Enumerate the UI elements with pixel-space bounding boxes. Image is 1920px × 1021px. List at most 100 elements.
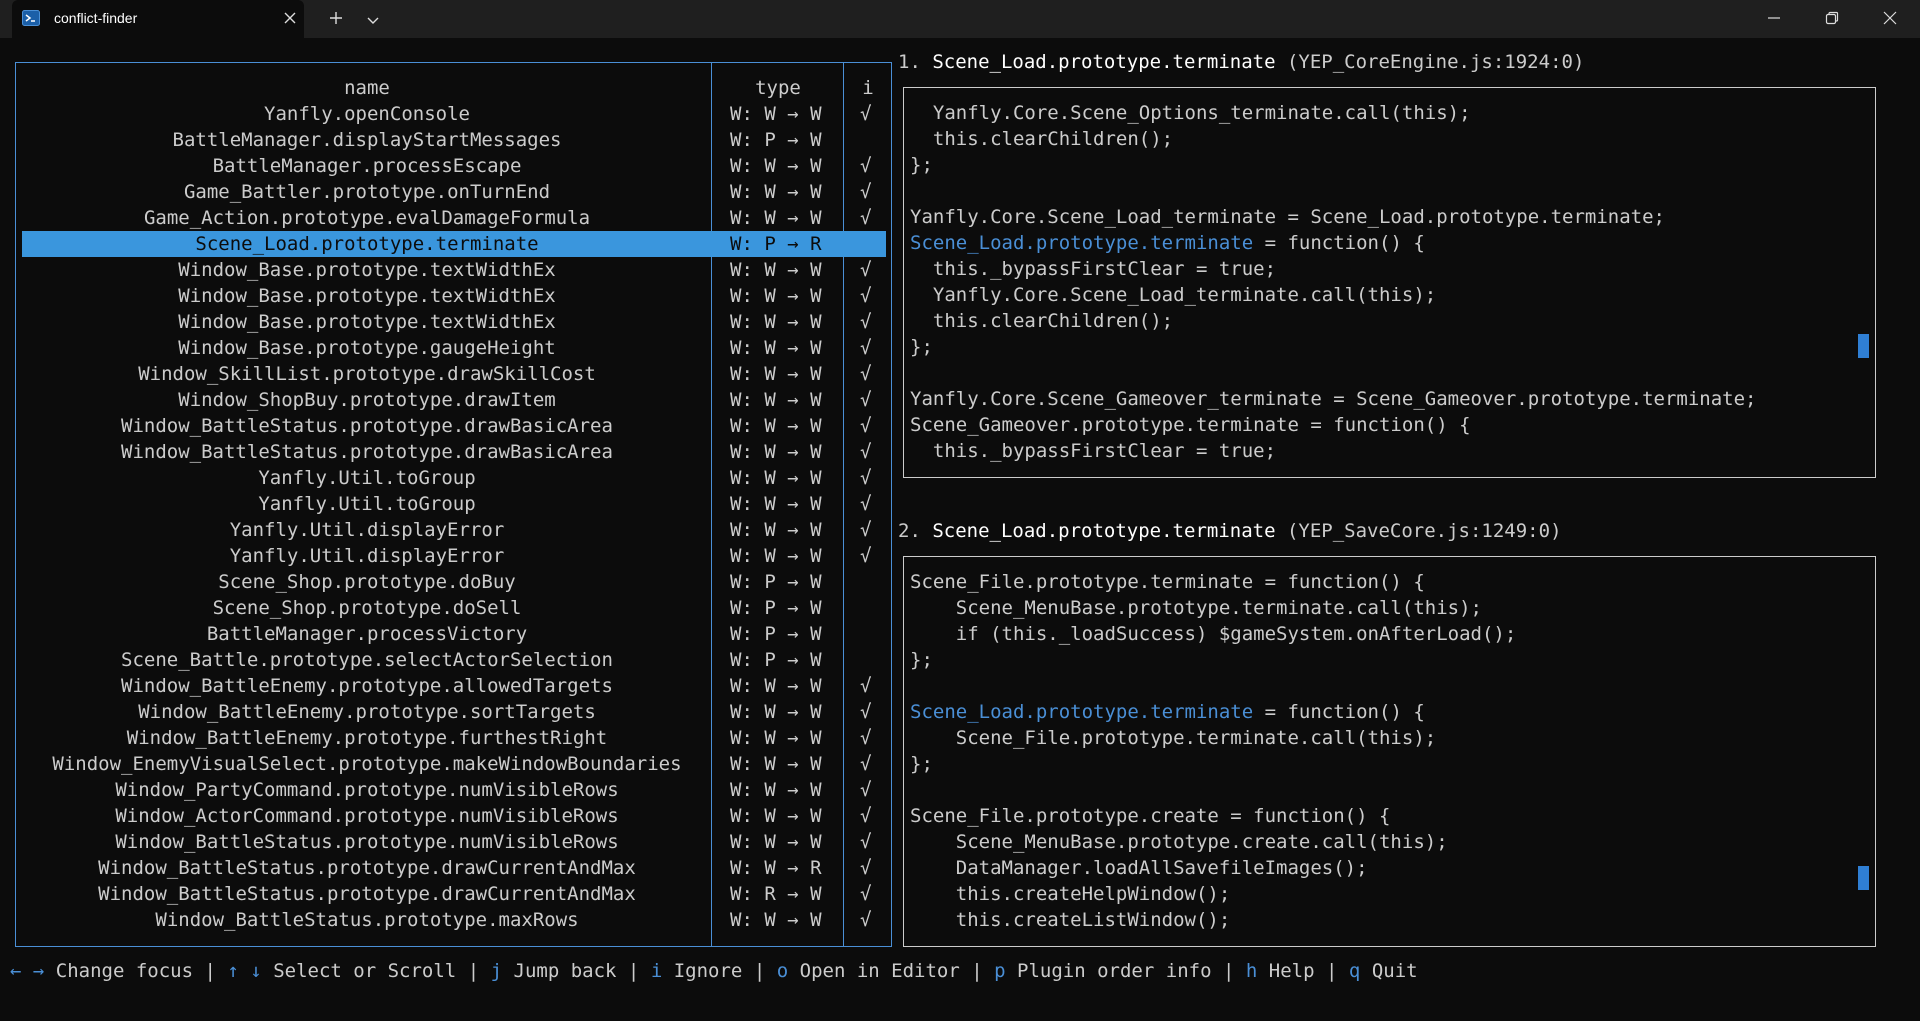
- definition-function: Scene_Load.prototype.terminate: [932, 520, 1276, 542]
- function-name-cell: Window_BattleEnemy.prototype.furthestRig…: [126, 727, 608, 749]
- table-row[interactable]: Window_ShopBuy.prototype.drawItem W: W → …: [22, 387, 886, 413]
- table-row[interactable]: Window_BattleStatus.prototype.numVisible…: [22, 829, 886, 855]
- column-header-ignore: i: [862, 77, 874, 99]
- table-row[interactable]: Window_PartyCommand.prototype.numVisible…: [22, 777, 886, 803]
- code-text: Scene_File.prototype.terminate.call(this…: [910, 727, 1437, 749]
- ignored-cell: √: [860, 155, 872, 177]
- conflict-type-cell: W: P → W: [730, 129, 822, 151]
- code-text: = function() {: [1253, 701, 1425, 723]
- code-line: Scene_MenuBase.prototype.terminate.call(…: [910, 595, 1482, 621]
- code-text: = function() {: [1253, 232, 1425, 254]
- table-row[interactable]: Yanfly.openConsole W: W → W √: [22, 101, 886, 127]
- conflict-type-cell: W: W → W: [730, 805, 822, 827]
- table-row[interactable]: Window_EnemyVisualSelect.prototype.makeW…: [22, 751, 886, 777]
- code-line: Scene_File.prototype.terminate.call(this…: [910, 725, 1436, 751]
- table-row[interactable]: BattleManager.displayStartMessages W: P →…: [22, 127, 886, 153]
- table-row[interactable]: BattleManager.processEscape W: W → W √: [22, 153, 886, 179]
- column-header-type: type: [755, 77, 801, 99]
- code-text: Scene_MenuBase.prototype.terminate.call(…: [910, 597, 1482, 619]
- code-text: this._bypassFirstClear = true;: [910, 258, 1277, 280]
- column-header-name: name: [344, 77, 390, 99]
- definition-1-header: 1. Scene_Load.prototype.terminate (YEP_C…: [898, 49, 1584, 75]
- function-name-cell: Window_Base.prototype.textWidthEx: [178, 311, 556, 333]
- close-window-button[interactable]: [1861, 0, 1919, 38]
- table-row[interactable]: Window_Base.prototype.textWidthEx W: W → …: [22, 257, 886, 283]
- hint-separator: |: [1326, 960, 1338, 982]
- hint-key: o: [776, 960, 789, 982]
- conflict-type-cell: W: W → W: [730, 207, 822, 229]
- function-name-cell: Scene_Load.prototype.terminate: [195, 233, 539, 255]
- conflict-type-cell: W: W → W: [730, 753, 822, 775]
- ignored-cell: √: [860, 883, 872, 905]
- ignored-cell: √: [860, 779, 872, 801]
- table-row[interactable]: Scene_Battle.prototype.selectActorSelect…: [22, 647, 886, 673]
- hint-separator: |: [467, 960, 480, 982]
- function-name-cell: BattleManager.processEscape: [212, 155, 522, 177]
- table-row[interactable]: Window_BattleStatus.prototype.drawBasicA…: [22, 413, 886, 439]
- conflict-type-cell: W: P → W: [730, 649, 822, 671]
- table-row[interactable]: Window_ActorCommand.prototype.numVisible…: [22, 803, 886, 829]
- code-text: Yanfly.Core.Scene_Options_terminate.call…: [910, 102, 1471, 124]
- code-text: this.clearChildren();: [910, 310, 1174, 332]
- definition-2-header: 2. Scene_Load.prototype.terminate (YEP_S…: [898, 518, 1562, 544]
- table-row[interactable]: Scene_Shop.prototype.doBuy W: P → W: [22, 569, 886, 595]
- definition-2-scrollbar[interactable]: [1858, 865, 1869, 890]
- tab-dropdown-button[interactable]: [351, 0, 395, 38]
- close-icon: [1883, 10, 1897, 29]
- table-row[interactable]: Window_BattleEnemy.prototype.allowedTarg…: [22, 673, 886, 699]
- conflict-type-cell: W: W → W: [730, 545, 822, 567]
- hint-label: Help: [1268, 960, 1315, 982]
- table-row[interactable]: Game_Battler.prototype.onTurnEnd W: W → W…: [22, 179, 886, 205]
- conflict-type-cell: W: P → W: [730, 597, 822, 619]
- function-name-cell: Game_Battler.prototype.onTurnEnd: [183, 181, 551, 203]
- hint-separator: |: [1222, 960, 1235, 982]
- table-row[interactable]: Yanfly.Util.displayError W: W → W √: [22, 543, 886, 569]
- table-row[interactable]: BattleManager.processVictory W: P → W: [22, 621, 886, 647]
- table-row[interactable]: Window_Base.prototype.textWidthEx W: W → …: [22, 283, 886, 309]
- ignored-cell: √: [860, 857, 872, 879]
- hint-label: Open in Editor: [799, 960, 960, 982]
- table-row[interactable]: Window_BattleStatus.prototype.drawBasicA…: [22, 439, 886, 465]
- code-text: Yanfly.Core.Scene_Load_terminate.call(th…: [910, 284, 1437, 306]
- conflict-type-cell: W: W → W: [730, 337, 822, 359]
- code-line: this._bypassFirstClear = true;: [910, 256, 1276, 282]
- hint-label: Jump back: [513, 960, 617, 982]
- function-name-cell: Window_BattleStatus.prototype.drawCurren…: [98, 883, 636, 905]
- table-row[interactable]: Window_BattleStatus.prototype.drawCurren…: [22, 855, 886, 881]
- definition-1-scrollbar[interactable]: [1858, 333, 1869, 358]
- code-text: };: [910, 336, 933, 358]
- table-row[interactable]: Window_BattleEnemy.prototype.furthestRig…: [22, 725, 886, 751]
- table-row[interactable]: Yanfly.Util.toGroup W: W → W √: [22, 465, 886, 491]
- terminal-tab[interactable]: conflict-finder: [12, 0, 304, 38]
- minimize-button[interactable]: [1745, 0, 1803, 38]
- definition-index: 1.: [898, 51, 921, 73]
- restore-button[interactable]: [1803, 0, 1861, 38]
- table-row[interactable]: Window_BattleEnemy.prototype.sortTargets…: [22, 699, 886, 725]
- restore-icon: [1825, 10, 1839, 29]
- chevron-down-icon: [367, 10, 379, 29]
- conflict-type-cell: W: P → W: [730, 571, 822, 593]
- code-text: Scene_MenuBase.prototype.create.call(thi…: [910, 831, 1448, 853]
- table-row[interactable]: Window_Base.prototype.textWidthEx W: W → …: [22, 309, 886, 335]
- code-text: Yanfly.Core.Scene_Gameover_terminate = S…: [910, 388, 1757, 410]
- table-row[interactable]: Window_BattleStatus.prototype.maxRows W: …: [22, 907, 886, 933]
- table-row[interactable]: Scene_Shop.prototype.doSell W: P → W: [22, 595, 886, 621]
- conflict-type-cell: W: W → W: [730, 155, 822, 177]
- function-name-cell: Window_BattleStatus.prototype.drawBasicA…: [121, 441, 613, 463]
- function-name-cell: Scene_Shop.prototype.doBuy: [218, 571, 516, 593]
- table-row[interactable]: Yanfly.Util.toGroup W: W → W √: [22, 491, 886, 517]
- function-name-cell: Window_Base.prototype.textWidthEx: [178, 285, 556, 307]
- code-text: Yanfly.Core.Scene_Load_terminate = Scene…: [910, 206, 1665, 228]
- table-row[interactable]: Window_Base.prototype.gaugeHeight W: W → …: [22, 335, 886, 361]
- code-text: this.clearChildren();: [910, 128, 1174, 150]
- table-row[interactable]: Window_SkillList.prototype.drawSkillCost…: [22, 361, 886, 387]
- table-row[interactable]: Game_Action.prototype.evalDamageFormula W…: [22, 205, 886, 231]
- table-row[interactable]: Yanfly.Util.displayError W: W → W √: [22, 517, 886, 543]
- code-line: Scene_Gameover.prototype.terminate = fun…: [910, 412, 1471, 438]
- code-line: Yanfly.Core.Scene_Load_terminate = Scene…: [910, 204, 1665, 230]
- table-row-selected[interactable]: Scene_Load.prototype.terminate W: P → R: [22, 231, 886, 257]
- close-tab-icon[interactable]: [282, 10, 298, 26]
- table-row[interactable]: Window_BattleStatus.prototype.drawCurren…: [22, 881, 886, 907]
- conflict-type-cell: W: W → W: [730, 389, 822, 411]
- ignored-cell: √: [860, 493, 872, 515]
